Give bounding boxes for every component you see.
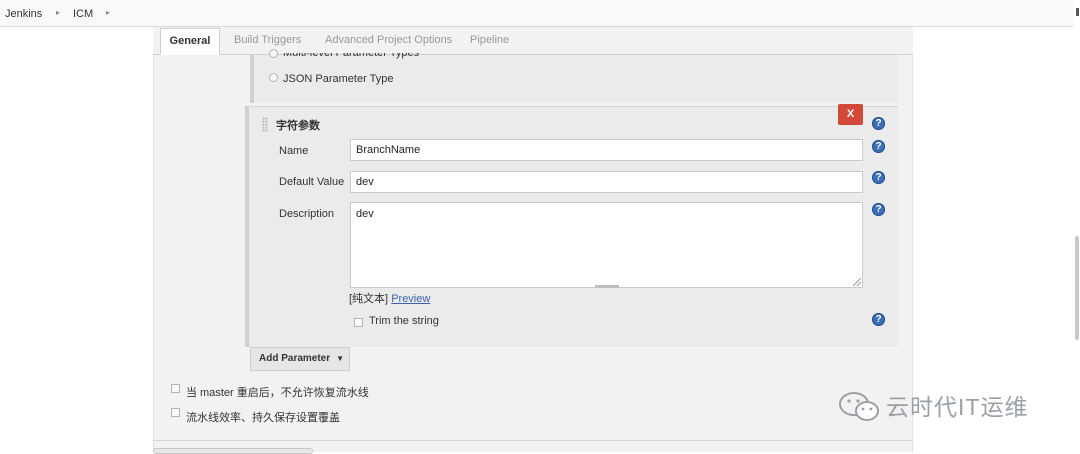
- description-textarea[interactable]: dev: [350, 202, 863, 288]
- durability-checkbox[interactable]: [171, 408, 180, 417]
- save-button-partial[interactable]: [153, 448, 313, 454]
- section-divider: [153, 440, 913, 441]
- trim-string-label: Trim the string: [369, 315, 439, 327]
- textarea-drag-bar[interactable]: [595, 285, 619, 288]
- preview-link[interactable]: Preview: [391, 293, 430, 305]
- radio-label-json-parameter: JSON Parameter Type: [283, 73, 394, 85]
- delete-parameter-button[interactable]: X: [838, 104, 863, 125]
- no-resume-label: 当 master 重启后，不允许恢复流水线: [186, 387, 369, 399]
- drag-handle-icon[interactable]: [262, 117, 268, 132]
- parameter-title: 字符参数: [276, 120, 320, 132]
- trim-help-icon[interactable]: ?: [872, 313, 885, 326]
- default-value-input[interactable]: dev: [350, 171, 863, 193]
- add-parameter-button[interactable]: Add Parameter ▼: [250, 347, 350, 371]
- scrollbar-thumb[interactable]: [1075, 236, 1079, 340]
- scrollbar-track[interactable]: [1073, 0, 1080, 452]
- breadcrumb: Jenkins ▸ ICM ▸: [0, 0, 1080, 27]
- markup-format-note: [纯文本] Preview: [349, 290, 430, 306]
- dropdown-caret-icon: ▼: [336, 354, 345, 363]
- watermark-text: 云时代IT运维: [886, 394, 1029, 420]
- no-resume-checkbox[interactable]: [171, 384, 180, 393]
- resize-grip-icon[interactable]: [853, 278, 861, 286]
- description-help-icon[interactable]: ?: [872, 203, 885, 216]
- durability-label: 流水线效率、持久保存设置覆盖: [186, 412, 340, 424]
- scroll-up-icon[interactable]: [1076, 8, 1079, 16]
- trim-string-checkbox[interactable]: [354, 318, 363, 327]
- add-parameter-label: Add Parameter: [259, 353, 331, 364]
- breadcrumb-icm[interactable]: ICM: [73, 8, 93, 20]
- breadcrumb-separator-icon: ▸: [56, 8, 61, 17]
- description-label: Description: [279, 208, 335, 220]
- plaintext-label: [纯文本]: [349, 293, 389, 305]
- breadcrumb-separator-icon[interactable]: ▸: [106, 8, 110, 17]
- breadcrumb-jenkins[interactable]: Jenkins: [5, 8, 42, 20]
- name-help-icon[interactable]: ?: [872, 140, 885, 153]
- tab-bar-overlay: [153, 27, 913, 55]
- radio-json-parameter[interactable]: [269, 73, 278, 82]
- default-value-label: Default Value: [279, 176, 345, 188]
- help-icon[interactable]: ?: [872, 117, 885, 130]
- name-input[interactable]: BranchName: [350, 139, 863, 161]
- default-value-help-icon[interactable]: ?: [872, 171, 885, 184]
- name-label: Name: [279, 145, 309, 157]
- wechat-icon: [839, 392, 879, 421]
